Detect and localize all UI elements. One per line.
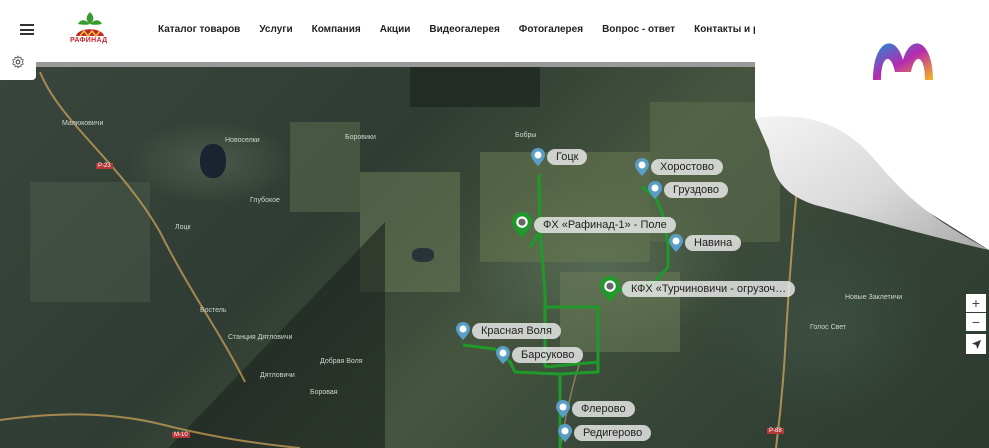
- nav-item-video-gallery[interactable]: Видеогалерея: [429, 24, 499, 35]
- nav-item-services[interactable]: Услуги: [259, 24, 292, 35]
- map-marker[interactable]: КФХ «Турчиновичи - огрузоч…: [600, 276, 796, 302]
- pin-icon: [558, 424, 572, 442]
- place-label: Бостель: [200, 307, 227, 314]
- place-label: Голос Свет: [810, 324, 847, 331]
- zoom-in-button[interactable]: +: [966, 294, 986, 312]
- marker-label: Флерово: [572, 401, 635, 417]
- marker-label: Хоростово: [651, 159, 723, 175]
- map-marker[interactable]: Хоростово: [635, 158, 723, 176]
- road-label: Р-23: [96, 163, 113, 169]
- marker-label: Груздово: [664, 182, 729, 198]
- map-marker[interactable]: Редигерово: [558, 424, 652, 442]
- zoom-out-button[interactable]: −: [966, 313, 986, 331]
- main-nav: Каталог товаров Услуги Компания Акции Ви…: [158, 24, 825, 35]
- header-divider: [36, 62, 755, 67]
- logo[interactable]: РАФИНАД: [68, 10, 112, 48]
- pin-icon: [669, 234, 683, 252]
- pin-icon: [648, 181, 662, 199]
- marker-label: Навина: [685, 235, 742, 251]
- zoom-controls: + −: [966, 294, 986, 332]
- map-marker[interactable]: Груздово: [648, 181, 729, 199]
- place-label: Малюковичи: [62, 120, 104, 127]
- nav-item-catalog[interactable]: Каталог товаров: [158, 24, 240, 35]
- map-marker[interactable]: Барсуково: [496, 346, 584, 364]
- marker-label: Барсуково: [512, 347, 584, 363]
- nav-item-company[interactable]: Компания: [312, 24, 361, 35]
- pin-icon: [512, 212, 532, 238]
- place-label: Лоцк: [175, 224, 191, 231]
- nav-item-photo-gallery[interactable]: Фотогалерея: [519, 24, 583, 35]
- road-label: Р-88: [767, 428, 784, 434]
- map-marker[interactable]: ФХ «Рафинад-1» - Поле: [512, 212, 676, 238]
- place-label: Станция Дятловичи: [228, 334, 293, 341]
- gear-icon: [12, 54, 24, 69]
- pin-icon: [496, 346, 510, 364]
- pin-icon: [556, 400, 570, 418]
- locate-button[interactable]: [966, 334, 986, 354]
- site-header: РАФИНАД Каталог товаров Услуги Компания …: [0, 0, 806, 62]
- pin-icon: [600, 276, 620, 302]
- pin-icon: [635, 158, 649, 176]
- map-marker[interactable]: Флерово: [556, 400, 635, 418]
- navigation-arrow-icon: [971, 339, 981, 349]
- map-marker[interactable]: Гоцк: [531, 148, 588, 166]
- marker-label: Гоцк: [547, 149, 588, 165]
- map-marker[interactable]: Навина: [669, 234, 742, 252]
- place-label: Новые Заклетичи: [845, 294, 903, 301]
- road-label: М-10: [172, 432, 190, 438]
- place-label: Добрая Воля: [320, 358, 363, 365]
- marker-label: Редигерово: [574, 425, 652, 441]
- place-label: Бобры: [515, 132, 537, 139]
- place-label: Боровики: [345, 134, 376, 141]
- place-label: Новоселки: [225, 137, 260, 144]
- place-label: Дятловичи: [260, 372, 295, 379]
- nav-item-promotions[interactable]: Акции: [380, 24, 411, 35]
- pin-icon: [531, 148, 545, 166]
- marker-label: ФХ «Рафинад-1» - Поле: [534, 217, 676, 233]
- map-marker[interactable]: Красная Воля: [456, 322, 561, 340]
- page-curl-corner[interactable]: [755, 0, 989, 250]
- pin-icon: [456, 322, 470, 340]
- settings-button[interactable]: [0, 43, 36, 80]
- marker-label: Красная Воля: [472, 323, 561, 339]
- nav-item-faq[interactable]: Вопрос - ответ: [602, 24, 675, 35]
- logo-text: РАФИНАД: [70, 37, 108, 44]
- place-label: Глубокое: [250, 197, 280, 204]
- place-label: Боровая: [310, 389, 338, 396]
- menu-icon[interactable]: [20, 24, 34, 35]
- marker-label: КФХ «Турчиновичи - огрузоч…: [622, 281, 796, 297]
